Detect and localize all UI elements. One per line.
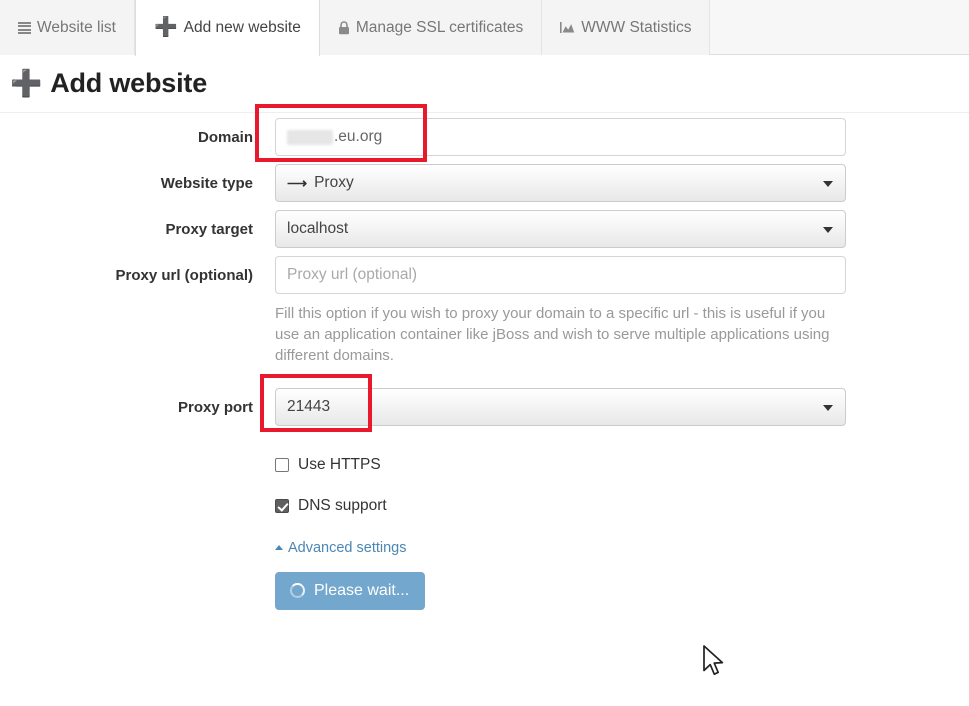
tab-manage-ssl-certificates[interactable]: Manage SSL certificates	[319, 0, 543, 55]
domain-suffix: .eu.org	[334, 128, 383, 145]
tab-website-list[interactable]: Website list	[0, 0, 135, 55]
website-type-label: Website type	[160, 175, 253, 192]
proxy-port-value-wrap: 21443	[287, 399, 330, 415]
website-type-value: Proxy	[314, 174, 354, 192]
dns-support-label: DNS support	[298, 497, 387, 514]
submit-button-label: Please wait...	[314, 581, 410, 599]
plus-icon: ➕	[10, 67, 43, 98]
tab-label: Website list	[37, 18, 116, 36]
chevron-down-icon	[823, 405, 833, 411]
dns-support-checkbox[interactable]	[275, 499, 289, 513]
proxy-target-label: Proxy target	[165, 221, 253, 238]
proxy-target-select[interactable]: localhost	[275, 210, 846, 248]
page-header: ➕ Add website	[0, 55, 969, 113]
chevron-down-icon	[823, 181, 833, 187]
form-row-domain: Domain .eu.org	[0, 104, 969, 162]
caret-up-icon	[275, 545, 283, 550]
advanced-settings-link[interactable]: Advanced settings	[275, 540, 407, 556]
website-type-field-wrap: ⟶ Proxy	[275, 164, 846, 202]
proxy-target-value: localhost	[287, 220, 349, 238]
chevron-down-icon	[823, 227, 833, 233]
lock-icon	[338, 20, 350, 35]
domain-field-wrap: .eu.org	[255, 104, 846, 162]
proxy-port-select[interactable]: 21443	[275, 388, 846, 426]
proxy-port-label: Proxy port	[177, 399, 253, 416]
plus-icon: ➕	[153, 16, 178, 38]
dns-support-checkbox-row[interactable]: DNS support	[275, 497, 969, 515]
mouse-cursor	[700, 643, 726, 684]
redacted-text-block	[287, 129, 333, 145]
spinner-icon	[290, 583, 305, 598]
proxy-url-input[interactable]	[275, 256, 846, 294]
proxy-url-field-wrap: Fill this option if you wish to proxy yo…	[275, 256, 846, 368]
website-type-value-wrap: ⟶ Proxy	[287, 175, 354, 191]
proxy-target-value-wrap: localhost	[287, 221, 348, 237]
use-https-checkbox[interactable]	[275, 458, 289, 472]
form-row-website-type: Website type ⟶ Proxy	[0, 164, 969, 202]
use-https-checkbox-row[interactable]: Use HTTPS	[275, 456, 969, 474]
proxy-target-field-wrap: localhost	[275, 210, 846, 248]
proxy-url-label: Proxy url (optional)	[115, 267, 253, 284]
tab-add-new-website[interactable]: ➕ Add new website	[134, 0, 320, 56]
proxy-port-field-wrap: 21443	[260, 374, 846, 432]
tab-label: Manage SSL certificates	[355, 18, 524, 36]
form-row-proxy-url: Proxy url (optional) Fill this option if…	[0, 256, 969, 368]
website-type-select[interactable]: ⟶ Proxy	[275, 164, 846, 202]
advanced-settings-label: Advanced settings	[288, 539, 407, 556]
tab-label: WWW Statistics	[581, 18, 692, 36]
arrow-right-icon: ⟶	[287, 175, 308, 191]
form-row-proxy-port: Proxy port 21443	[0, 374, 969, 432]
advanced-settings-row: Advanced settings	[0, 537, 969, 556]
form-row-proxy-target: Proxy target localhost	[0, 210, 969, 248]
page-root: Website list ➕ Add new website Manage SS…	[0, 0, 969, 706]
tab-www-statistics[interactable]: WWW Statistics	[542, 0, 711, 55]
submit-button[interactable]: Please wait...	[275, 571, 426, 610]
tab-bar: Website list ➕ Add new website Manage SS…	[0, 0, 969, 56]
chart-area-icon	[560, 21, 575, 34]
list-icon	[18, 21, 31, 34]
tab-label: Add new website	[183, 19, 301, 37]
proxy-url-help-text: Fill this option if you wish to proxy yo…	[275, 305, 830, 364]
proxy-port-value: 21443	[287, 398, 331, 416]
use-https-label: Use HTTPS	[298, 456, 381, 473]
domain-input-value: .eu.org	[287, 119, 382, 155]
page-title: ➕ Add website	[10, 68, 207, 99]
add-website-form: Domain .eu.org Website type ⟶ Proxy Prox…	[0, 104, 969, 610]
page-title-text: Add website	[50, 68, 208, 98]
domain-input[interactable]: .eu.org	[275, 118, 846, 156]
domain-label: Domain	[197, 129, 253, 146]
